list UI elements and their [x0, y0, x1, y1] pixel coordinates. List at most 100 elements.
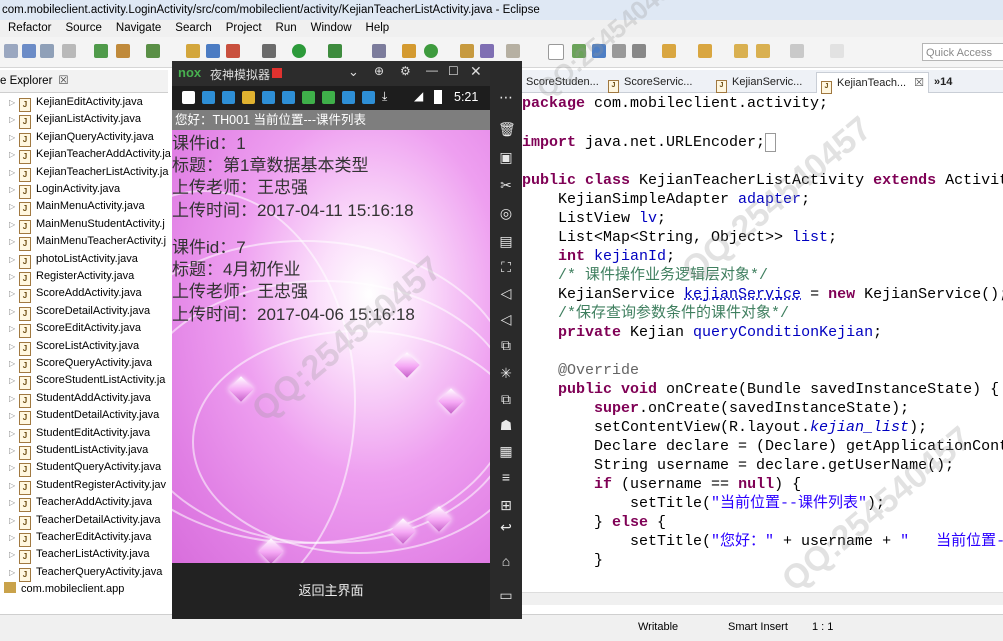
package-explorer-item[interactable]: ▷ J RegisterActivity.java [0, 268, 134, 286]
save-all-icon[interactable] [40, 44, 54, 58]
expand-arrow-icon[interactable]: ▷ [9, 564, 19, 581]
menu-refactor[interactable]: Refactor [8, 20, 51, 37]
package-explorer-item[interactable]: ▷ J KejianListActivity.java [0, 111, 141, 130]
block-selection-icon[interactable] [592, 44, 606, 58]
package-explorer-item[interactable]: ▷ J StudentRegisterActivity.jav [0, 477, 166, 495]
macro-icon[interactable]: ⧉ [498, 391, 514, 407]
package-explorer-item[interactable]: ▷ J StudentQueryActivity.java [0, 459, 161, 478]
expand-arrow-icon[interactable]: ▷ [9, 303, 19, 320]
editor-tab-active[interactable]: J KejianTeach... ☒ [816, 72, 929, 94]
editor-tab[interactable]: JScoreStuden... [510, 72, 599, 93]
package-explorer-item[interactable]: ▷ J KejianTeacherListActivity.ja [0, 164, 168, 182]
back-arrow-icon[interactable]: ↩ [498, 519, 514, 535]
menu-source[interactable]: Source [65, 20, 101, 37]
close-icon[interactable]: ✕ [470, 63, 482, 80]
word-wrap-icon[interactable] [612, 44, 626, 58]
expand-arrow-icon[interactable]: ▷ [9, 216, 19, 233]
expand-arrow-icon[interactable]: ▷ [9, 129, 19, 146]
package-explorer-item[interactable]: ▷ J ScoreEditActivity.java [0, 320, 141, 339]
expand-arrow-icon[interactable]: ▷ [9, 181, 19, 198]
package-explorer-package[interactable]: com.mobileclient.app [0, 581, 124, 598]
editor-tab-overflow[interactable]: »14 [934, 72, 952, 92]
mark-occurrences-icon[interactable] [572, 44, 586, 58]
trash-icon[interactable]: 🗑 [498, 121, 516, 137]
close-icon[interactable]: ☒ [914, 77, 924, 89]
code-editor[interactable]: package com.mobileclient.activity; impor… [522, 94, 1003, 594]
expand-arrow-icon[interactable]: ▷ [9, 512, 19, 529]
forward-icon[interactable] [756, 44, 770, 58]
minimize-icon[interactable]: — [426, 63, 438, 77]
previous-annotation-icon[interactable] [698, 44, 712, 58]
expand-arrow-icon[interactable]: ▷ [9, 425, 19, 442]
package-explorer-item[interactable]: ▷ J MainMenuActivity.java [0, 198, 145, 217]
print-icon[interactable] [62, 44, 76, 58]
new-icon[interactable] [4, 44, 18, 58]
server-icon[interactable] [206, 44, 220, 58]
expand-arrow-icon[interactable]: ▷ [9, 198, 19, 215]
build-icon[interactable] [94, 44, 108, 58]
expand-arrow-icon[interactable]: ▷ [9, 146, 19, 163]
package-explorer-item[interactable]: ▷ J ScoreListActivity.java [0, 338, 139, 356]
add-icon[interactable]: ⊞ [498, 497, 514, 513]
show-whitespace-icon[interactable] [632, 44, 646, 58]
robot-icon[interactable]: ☗ [498, 417, 514, 433]
gear-icon[interactable]: ⚙ [400, 64, 411, 78]
pin-icon[interactable] [548, 44, 564, 60]
menu-navigate[interactable]: Navigate [116, 20, 161, 37]
package-explorer-item[interactable]: ▷ J KejianQueryActivity.java [0, 129, 154, 147]
volume-down-icon[interactable]: ◁ [498, 311, 514, 327]
package-explorer-item[interactable]: ▷ J ScoreQueryActivity.java [0, 355, 152, 373]
next-annotation-icon[interactable] [662, 44, 676, 58]
editor-tab[interactable]: J KejianServic... [716, 72, 802, 93]
expand-arrow-icon[interactable]: ▷ [9, 355, 19, 372]
package-explorer-item[interactable]: ▷ JphotoListActivity.java [0, 251, 138, 269]
package-explorer-item[interactable]: ▷ J TeacherQueryActivity.java [0, 564, 162, 582]
new-class-icon[interactable] [402, 44, 416, 58]
package-explorer-item[interactable]: ▷ J MainMenuStudentActivity.j [0, 216, 165, 234]
save-icon[interactable] [22, 44, 36, 58]
expand-arrow-icon[interactable]: ▷ [9, 407, 19, 424]
expand-arrow-icon[interactable]: ▷ [9, 494, 19, 511]
expand-arrow-icon[interactable]: ▷ [9, 459, 19, 476]
expand-arrow-icon[interactable]: ▷ [9, 320, 19, 337]
menu-help[interactable]: Help [366, 20, 390, 37]
recent-apps-icon[interactable]: ▭ [498, 587, 514, 603]
open-type-icon[interactable] [460, 44, 474, 58]
editor-tab[interactable]: J ScoreServic... [608, 72, 692, 93]
package-explorer-item[interactable]: ▷ J ScoreDetailActivity.java [0, 303, 150, 321]
location-icon[interactable]: ◎ [498, 205, 514, 221]
close-icon[interactable]: ☒ [58, 75, 68, 87]
open-task-icon[interactable] [480, 44, 494, 58]
expand-arrow-icon[interactable]: ▷ [9, 442, 19, 459]
check-icon[interactable] [146, 44, 160, 58]
package-explorer-item[interactable]: ▷ J MainMenuTeacherActivity.j [0, 233, 166, 252]
expand-arrow-icon[interactable]: ▷ [9, 94, 19, 111]
search-icon[interactable] [506, 44, 520, 58]
maximize-icon[interactable]: ☐ [448, 64, 459, 78]
package-explorer-item[interactable]: ▷ J LoginActivity.java [0, 181, 120, 199]
package-explorer-item[interactable]: ▷ J StudentAddActivity.java [0, 390, 151, 408]
expand-arrow-icon[interactable]: ▷ [9, 546, 19, 563]
list-item[interactable]: 课件id：1 标题：第1章数据基本类型 上传老师：王忠强 上传时间：2017-0… [172, 130, 490, 226]
expand-arrow-icon[interactable]: ▷ [9, 251, 19, 268]
chevron-down-icon[interactable]: ⌄ [348, 64, 359, 80]
expand-arrow-icon[interactable]: ▷ [9, 164, 19, 181]
apk-icon[interactable]: ▣ [498, 149, 514, 165]
coverage-icon[interactable] [328, 44, 342, 58]
back-to-main-button[interactable]: 返回主界面 [172, 563, 490, 619]
expand-arrow-icon[interactable]: ▷ [9, 233, 19, 250]
menu-run[interactable]: Run [276, 20, 297, 37]
menu-lines-icon[interactable]: ≡ [498, 469, 514, 485]
package-explorer-item[interactable]: ▷ J KejianEditActivity.java [0, 94, 143, 112]
quick-access-input[interactable]: Quick Access [922, 43, 1003, 61]
run-icon[interactable] [292, 44, 306, 58]
multi-instance-icon[interactable]: ▦ [498, 443, 514, 459]
package-explorer-item[interactable]: ▷ J TeacherEditActivity.java [0, 529, 151, 547]
package-explorer-item[interactable]: ▷ J StudentListActivity.java [0, 442, 148, 460]
scissors-icon[interactable]: ✂ [498, 177, 514, 193]
external-tools-icon[interactable] [372, 44, 386, 58]
expand-arrow-icon[interactable]: ▷ [9, 338, 19, 355]
package-explorer-item[interactable]: ▷ J ScoreAddActivity.java [0, 285, 142, 304]
list-item[interactable]: 课件id：7 标题：4月初作业 上传老师：王忠强 上传时间：2017-04-06… [172, 234, 490, 330]
package-explorer-tab[interactable]: e Explorer ☒ [0, 70, 168, 93]
